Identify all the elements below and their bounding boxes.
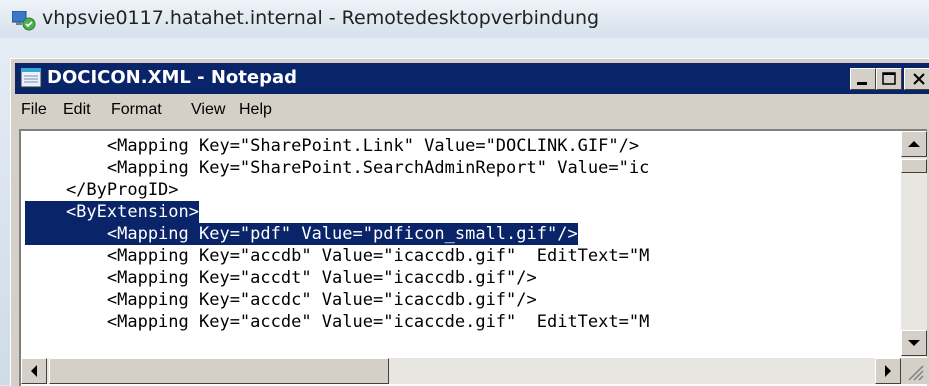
- scroll-right-button[interactable]: [875, 358, 901, 384]
- minimize-button[interactable]: [850, 68, 876, 90]
- code-line-selected[interactable]: <Mapping Key="pdf" Value="pdficon_small.…: [25, 223, 578, 245]
- menu-view[interactable]: View: [191, 101, 225, 119]
- menu-help[interactable]: Help: [239, 101, 272, 119]
- menu-bar: File Edit Format View Help: [15, 97, 929, 125]
- horizontal-scrollbar[interactable]: [21, 358, 901, 384]
- rdp-titlebar[interactable]: vhpsvie0117.hatahet.internal - Remotedes…: [0, 0, 929, 38]
- code-line[interactable]: <Mapping Key="accde" Value="icaccde.gif"…: [25, 311, 649, 333]
- vertical-scroll-thumb[interactable]: [901, 159, 927, 173]
- code-line[interactable]: <Mapping Key="accdb" Value="icaccdb.gif"…: [25, 245, 649, 267]
- code-line[interactable]: </ByProgID>: [25, 179, 179, 201]
- code-line[interactable]: <Mapping Key="accdc" Value="icaccdb.gif"…: [25, 289, 537, 311]
- size-grip[interactable]: [901, 358, 927, 384]
- text-editor[interactable]: <Mapping Key="SharePoint.Link" Value="DO…: [19, 129, 927, 386]
- code-line[interactable]: <Mapping Key="SharePoint.SearchAdminRepo…: [25, 157, 649, 179]
- scroll-down-button[interactable]: [901, 330, 927, 356]
- horizontal-scroll-thumb[interactable]: [49, 358, 389, 384]
- code-line[interactable]: <Mapping Key="accdt" Value="icaccdb.gif"…: [25, 267, 537, 289]
- close-button[interactable]: [904, 68, 929, 90]
- resize-grip-icon: [908, 365, 924, 381]
- code-line[interactable]: <Mapping Key="SharePoint.Link" Value="DO…: [25, 135, 639, 157]
- remote-desktop-window: vhpsvie0117.hatahet.internal - Remotedes…: [0, 0, 929, 386]
- scroll-up-button[interactable]: [901, 131, 927, 157]
- menu-format[interactable]: Format: [111, 101, 162, 119]
- vertical-scrollbar[interactable]: [901, 131, 927, 357]
- arrow-right-icon: [885, 365, 891, 377]
- arrow-down-icon: [908, 340, 920, 346]
- menu-edit[interactable]: Edit: [63, 101, 91, 119]
- remote-desktop-icon: [12, 11, 36, 31]
- menu-file[interactable]: File: [21, 101, 47, 119]
- code-line-selected[interactable]: <ByExtension>: [25, 201, 199, 223]
- notepad-titlebar[interactable]: DOCICON.XML - Notepad: [15, 63, 929, 94]
- arrow-up-icon: [908, 141, 920, 147]
- maximize-icon: [882, 72, 896, 85]
- notepad-window: DOCICON.XML - Notepad File Edit Format V…: [10, 58, 929, 386]
- scroll-left-button[interactable]: [21, 358, 47, 384]
- arrow-left-icon: [31, 365, 37, 377]
- rdp-window-title: vhpsvie0117.hatahet.internal - Remotedes…: [42, 7, 600, 29]
- maximize-button[interactable]: [876, 68, 902, 90]
- editor-text-area[interactable]: <Mapping Key="SharePoint.Link" Value="DO…: [25, 135, 901, 345]
- close-icon: [913, 73, 925, 85]
- notepad-icon: [20, 68, 42, 88]
- notepad-title: DOCICON.XML - Notepad: [47, 67, 297, 88]
- minimize-icon: [857, 82, 867, 85]
